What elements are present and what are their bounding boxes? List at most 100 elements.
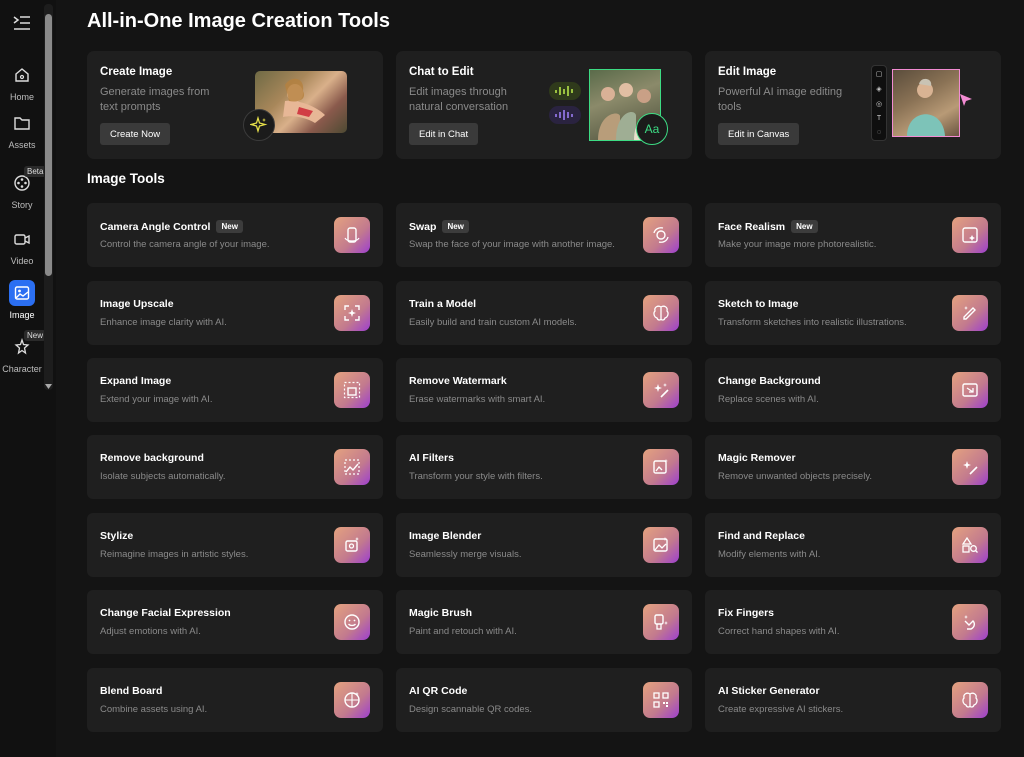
tool-title: Face Realism [718,220,786,233]
tool-title: Magic Remover [718,452,796,464]
tool-card-magic-remover[interactable]: Magic Remover Remove unwanted objects pr… [705,435,1001,499]
feature-title: Edit Image [718,66,777,78]
tool-card-camera-angle-control[interactable]: Camera Angle Control New Control the came… [87,203,383,267]
remove-bg-icon [334,449,370,485]
voice-wave-icon [549,106,581,124]
tool-title: Fix Fingers [718,607,775,619]
folder-icon [9,110,35,136]
tool-description: Seamlessly merge visuals. [409,549,522,560]
feature-card-edit-image[interactable]: Edit Image Powerful AI image editing too… [705,51,1001,159]
sticker-icon [952,682,988,718]
tool-card-remove-watermark[interactable]: Remove Watermark Erase watermarks with s… [396,358,692,422]
feature-description: Edit images through natural conversation [409,86,509,113]
sidebar-item-label: Image [9,310,35,320]
text-tool-icon: T [876,115,882,123]
tool-description: Transform your style with filters. [409,471,543,482]
tool-card-ai-sticker-generator[interactable]: AI Sticker Generator Create expressive A… [705,668,1001,732]
tool-title: Image Blender [409,530,482,542]
blend-board-icon [334,682,370,718]
tool-description: Paint and retouch with AI. [409,626,517,637]
camera-rotate-icon [334,217,370,253]
tool-card-face-realism[interactable]: Face Realism New Make your image more pho… [705,203,1001,267]
tool-card-swap[interactable]: Swap New Swap the face of your image with… [396,203,692,267]
image-blend-icon [643,527,679,563]
sidebar-item-character[interactable]: New Character [0,330,47,382]
tool-description: Swap the face of your image with another… [409,239,615,250]
tool-title: Train a Model [409,298,477,310]
tool-title: Image Upscale [100,298,174,310]
tool-description: Extend your image with AI. [100,394,213,405]
smile-face-icon [334,604,370,640]
tool-card-expand-image[interactable]: Expand Image Extend your image with AI. [87,358,383,422]
tool-title: Expand Image [100,375,172,387]
edit-in-canvas-button[interactable]: Edit in Canvas [718,123,800,145]
tool-title: Sketch to Image [718,298,799,310]
tool-description: Create expressive AI stickers. [718,704,844,715]
tool-description: Enhance image clarity with AI. [100,317,227,328]
magic-wand-icon [643,372,679,408]
sidebar-item-home[interactable]: Home [0,58,44,110]
sidebar-item-label: Home [9,92,34,102]
tool-card-sketch-to-image[interactable]: Sketch to Image Transform sketches into … [705,281,1001,345]
scrollbar-thumb[interactable] [45,14,52,276]
tool-card-image-upscale[interactable]: Image Upscale Enhance image clarity with… [87,281,383,345]
sidebar-item-video[interactable]: Video [0,222,44,274]
face-swap-icon [643,217,679,253]
tool-title: Swap [409,220,437,233]
sidebar-item-story[interactable]: Beta Story [0,166,47,218]
sparkle-icon [243,109,275,141]
tool-description: Isolate subjects automatically. [100,471,226,482]
sidebar-item-assets[interactable]: Assets [0,106,44,158]
tool-title: Remove background [100,452,204,464]
tool-card-change-background[interactable]: Change Background Replace scenes with AI… [705,358,1001,422]
tool-card-ai-filters[interactable]: AI Filters Transform your style with fil… [396,435,692,499]
tool-title: Remove Watermark [409,375,507,387]
tool-title: Find and Replace [718,530,805,542]
new-badge: New [791,220,818,233]
feature-description: Powerful AI image editing tools [718,86,843,113]
tool-card-blend-board[interactable]: Blend Board Combine assets using AI. [87,668,383,732]
tool-card-image-blender[interactable]: Image Blender Seamlessly merge visuals. [396,513,692,577]
create-now-button[interactable]: Create Now [100,123,171,145]
cursor-pointer-icon [959,93,973,112]
edit-in-chat-button[interactable]: Edit in Chat [409,123,479,145]
font-aa-icon: Aa [636,113,668,145]
sidebar-item-label: Story [11,200,33,210]
magic-eraser-icon [952,449,988,485]
feature-card-create-image[interactable]: Create Image Generate images from text p… [87,51,383,159]
tool-description: Replace scenes with AI. [718,394,819,405]
sidebar-scrollbar[interactable] [44,4,53,390]
sidebar-item-image[interactable]: Image [0,276,44,328]
tool-title-wrap: Face Realism New [718,220,818,233]
tool-title: Change Background [718,375,821,387]
page-title: All-in-One Image Creation Tools [87,10,390,32]
expand-frame-icon [334,372,370,408]
tool-description: Reimagine images in artistic styles. [100,549,249,560]
tool-title: Blend Board [100,685,163,697]
feature-card-chat-to-edit[interactable]: Chat to Edit Edit images through natural… [396,51,692,159]
tool-description: Adjust emotions with AI. [100,626,201,637]
sidebar-item-label: Assets [8,140,36,150]
tool-card-find-and-replace[interactable]: Find and Replace Modify elements with AI… [705,513,1001,577]
tool-card-remove-background[interactable]: Remove background Isolate subjects autom… [87,435,383,499]
tool-card-ai-qr-code[interactable]: AI QR Code Design scannable QR codes. [396,668,692,732]
tool-description: Easily build and train custom AI models. [409,317,577,328]
tool-description: Correct hand shapes with AI. [718,626,840,637]
scroll-down-icon[interactable] [44,382,53,390]
shapes-search-icon [952,527,988,563]
layers-icon: ◈ [876,85,882,93]
tool-card-change-facial-expression[interactable]: Change Facial Expression Adjust emotions… [87,590,383,654]
feature-title: Chat to Edit [409,66,474,78]
new-badge: New [216,220,243,233]
menu-toggle-icon[interactable] [11,12,33,34]
tool-card-magic-brush[interactable]: Magic Brush Paint and retouch with AI. [396,590,692,654]
tool-card-stylize[interactable]: Stylize Reimagine images in artistic sty… [87,513,383,577]
tool-card-fix-fingers[interactable]: Fix Fingers Correct hand shapes with AI. [705,590,1001,654]
main-content: All-in-One Image Creation Tools Create I… [56,0,1024,757]
tool-description: Remove unwanted objects precisely. [718,471,873,482]
brush-icon: ◎ [875,100,883,108]
tool-title: Stylize [100,530,134,542]
feature-title: Create Image [100,66,173,78]
tool-card-train-a-model[interactable]: Train a Model Easily build and train cus… [396,281,692,345]
tool-title: AI Sticker Generator [718,685,820,697]
